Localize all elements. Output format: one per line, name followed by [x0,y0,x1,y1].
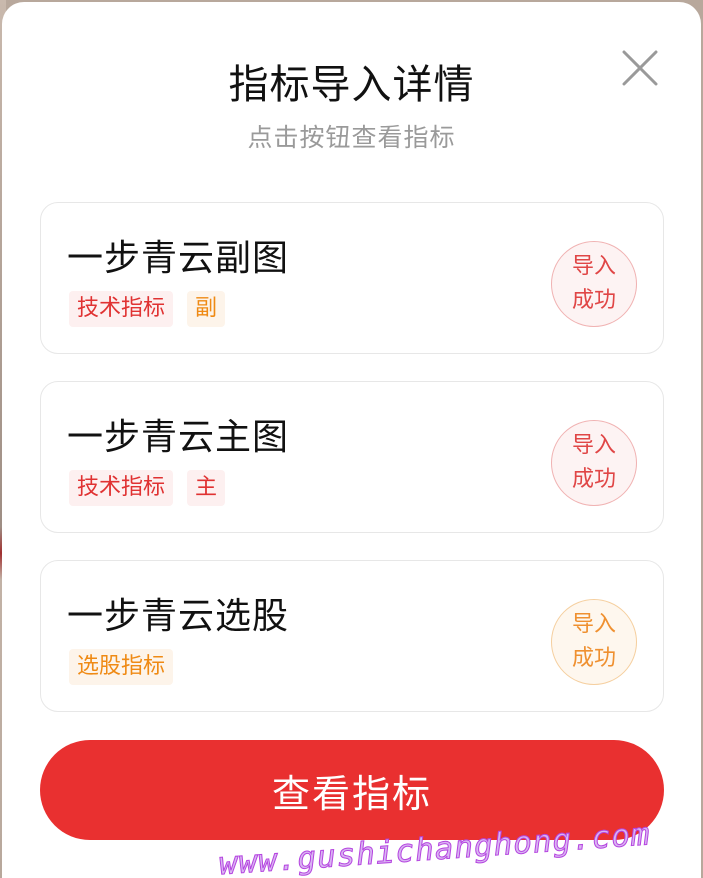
watermark-text-graphic: www.gushichanghong.com [217,816,652,878]
indicator-tags: 技术指标 主 [69,470,226,506]
tag-sub-chart: 副 [187,291,226,327]
tag-stock-selection: 选股指标 [69,649,174,685]
import-success-stamp: 导入 成功 [551,599,637,685]
import-success-stamp: 导入 成功 [551,420,637,506]
indicator-tags: 技术指标 副 [69,291,226,327]
dialog-subtitle: 点击按钮查看指标 [247,123,456,152]
watermark: www.gushichanghong.com [214,816,694,878]
indicator-name: 一步青云选股 [67,596,290,637]
stamp-line-2: 成功 [571,646,616,671]
close-icon [622,50,658,86]
indicator-card-xuangu[interactable]: 一步青云选股 选股指标 导入 成功 [40,560,664,712]
dialog-title: 指标导入详情 [228,62,475,108]
import-success-stamp: 导入 成功 [551,241,637,327]
stamp-line-1: 导入 [571,433,616,458]
stamp-line-2: 成功 [571,288,616,313]
stamp-line-1: 导入 [571,612,616,637]
stamp-line-2: 成功 [571,467,616,492]
tag-main-chart: 主 [187,470,226,506]
indicator-tags: 选股指标 [69,649,174,685]
indicator-name: 一步青云副图 [67,238,290,279]
close-button[interactable] [618,46,662,90]
indicator-name: 一步青云主图 [67,417,290,458]
indicator-card-fuzhu[interactable]: 一步青云副图 技术指标 副 导入 成功 [40,202,664,354]
indicator-card-zhutu[interactable]: 一步青云主图 技术指标 主 导入 成功 [40,381,664,533]
import-details-dialog: 指标导入详情 点击按钮查看指标 一步青云副图 技术指标 副 导入 成功 一步青云… [2,2,701,878]
tag-technical: 技术指标 [69,470,174,506]
tag-technical: 技术指标 [69,291,174,327]
stamp-line-1: 导入 [571,254,616,279]
